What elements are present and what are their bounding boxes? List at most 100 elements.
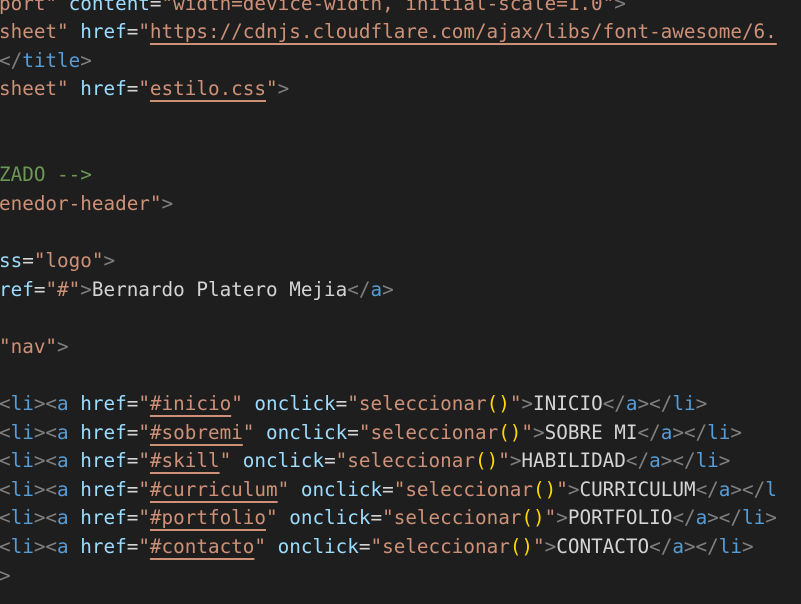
code-token: content [68,0,150,15]
code-line[interactable]: ZADO --> [0,161,92,190]
code-token: = [126,506,139,530]
code-token: href [80,391,127,415]
code-token: #inicio [149,391,232,415]
code-token: " [266,77,278,101]
code-token: > [718,449,731,473]
code-line[interactable]: enedor-header"> [0,190,173,219]
code-token: ></ [672,420,708,444]
code-token: port" [0,0,58,15]
code-token: > [765,506,777,530]
code-token: l [765,477,777,501]
code-line[interactable]: ss="logo"> [0,247,115,276]
code-token: title [22,48,81,72]
code-line[interactable]: <li><a href="#contacto" onclick="selecci… [0,533,754,562]
code-token: = [324,449,336,473]
code-token: () [474,449,499,473]
code-token: li [10,449,34,473]
code-line[interactable]: <li><a href="#portfolio" onclick="selecc… [0,504,777,533]
code-token: #sobremi [149,420,243,444]
code-token: </ [602,391,626,415]
code-token: = [370,506,383,530]
code-token: = [22,248,34,272]
code-token: ></ [707,506,742,530]
code-token: < [0,534,11,558]
code-editor[interactable]: port" content="width=device-width, initi… [0,0,801,604]
code-token: < [0,449,11,473]
code-token: #portfolio [149,506,267,530]
code-token: < [0,477,11,501]
code-token: () [533,477,557,501]
code-line[interactable]: <li><a href="#skill" onclick="selecciona… [0,447,730,476]
code-line[interactable]: <li><a href="#sobremi" onclick="seleccio… [0,419,742,448]
code-line[interactable]: ref="#">Bernardo Platero Mejia</a> [0,276,394,305]
code-token: </ [695,477,719,501]
code-token: " [556,477,568,501]
code-line[interactable]: </title> [0,47,92,76]
code-token: " [533,534,545,558]
code-token: onclick [242,449,325,473]
code-line[interactable]: sheet" href="estilo.css"> [0,75,289,104]
code-token: < [0,391,11,415]
code-token: a [57,449,69,473]
code-token: = [126,20,139,44]
code-token: = [335,391,348,415]
code-token: onclick [266,420,348,444]
code-line[interactable]: port" content="width=device-width, initi… [0,0,626,18]
code-token: a [649,449,661,473]
code-token: PORTFOLIO [567,506,673,530]
code-token: href [80,420,127,444]
code-token: " [138,391,150,415]
code-token: " [138,449,150,473]
code-token: "seleccionar [347,391,487,415]
code-token: href [80,449,127,473]
code-token: = [126,420,139,444]
code-token: </ [649,534,673,558]
code-token: Bernardo Platero Mejia [91,277,348,301]
code-token: </ [0,48,23,72]
code-token: < [0,420,11,444]
code-token: " [138,534,150,558]
code-token: > [695,391,708,415]
code-token: "seleccionar [382,506,522,530]
code-line[interactable]: "nav"> [0,333,69,362]
code-token: > [80,277,92,301]
code-token: href [80,20,127,44]
code-token: = [126,534,139,558]
code-token: a [660,420,673,444]
code-line[interactable]: <li><a href="#curriculum" onclick="selec… [0,476,777,505]
code-token: = [126,449,139,473]
code-token: > [0,563,11,587]
code-token: > [544,534,557,558]
code-token: > [57,334,69,358]
code-token: ss [0,248,23,272]
code-token: li [742,506,766,530]
code-token: > [556,506,568,530]
code-token: >< [33,506,58,530]
code-token: >< [33,477,58,501]
code-token: >< [33,420,58,444]
code-token: a [672,534,684,558]
code-token: li [10,477,34,501]
code-token: () [521,506,545,530]
code-token: li [695,449,719,473]
code-token: " [266,506,278,530]
code-token: () [509,534,534,558]
code-token: a [718,477,731,501]
code-token: #curriculum [149,477,278,501]
code-token: > [742,534,754,558]
code-token: = [126,391,139,415]
code-token: > [567,477,580,501]
code-token: " [138,20,150,44]
code-line[interactable]: > [0,562,11,591]
code-token: >< [33,534,58,558]
code-line[interactable]: sheet" href="https://cdnjs.cloudflare.co… [0,18,777,47]
code-token: #skill [149,449,220,473]
code-token: "nav" [0,334,58,358]
code-line[interactable]: <li><a href="#inicio" onclick="seleccion… [0,390,707,419]
code-token: "seleccionar [335,449,475,473]
